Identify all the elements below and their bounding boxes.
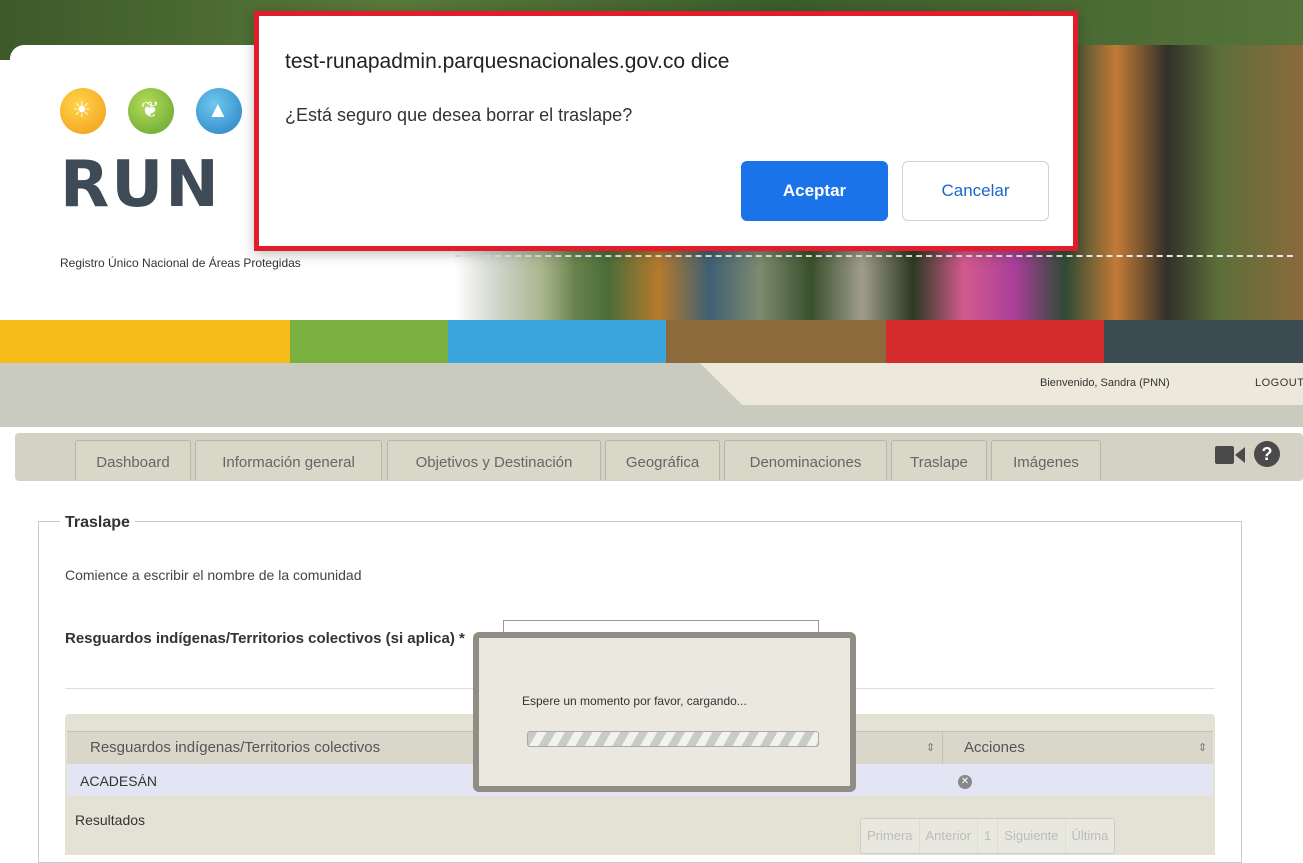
pager-last[interactable]: Última <box>1065 819 1115 853</box>
palm-tree-icon: ☀ <box>60 88 106 134</box>
loading-dialog <box>473 632 856 792</box>
loading-progress-bar <box>527 731 819 747</box>
banner-dashed-line <box>455 255 1293 257</box>
help-icon[interactable]: ? <box>1254 441 1280 467</box>
results-label: Resultados <box>75 812 146 828</box>
leaf-icon: ❦ <box>128 88 174 134</box>
pager-first[interactable]: Primera <box>861 819 920 853</box>
loading-text: Espere un momento por favor, cargando... <box>522 694 747 708</box>
mountain-icon: ▲ <box>196 88 242 134</box>
tab-dashboard[interactable]: Dashboard <box>75 440 191 480</box>
tab-denominaciones[interactable]: Denominaciones <box>724 440 887 480</box>
tab-traslape[interactable]: Traslape <box>891 440 987 480</box>
color-band <box>1104 320 1303 363</box>
pager-page[interactable]: 1 <box>978 819 999 853</box>
section-title: Traslape <box>60 514 135 532</box>
video-camera-icon[interactable] <box>1215 444 1245 466</box>
table-cell: ACADESÁN <box>80 773 158 789</box>
color-band-bar <box>0 320 1303 363</box>
tab-geografica[interactable]: Geográfica <box>605 440 720 480</box>
site-subtitle: Registro Único Nacional de Áreas Protegi… <box>60 256 301 270</box>
pagination: Primera Anterior 1 Siguiente Última <box>860 818 1116 854</box>
color-band <box>290 320 448 363</box>
sort-icon[interactable]: ⇕ <box>1198 741 1207 754</box>
resguardos-field-label: Resguardos indígenas/Territorios colecti… <box>65 630 465 647</box>
column-header-acciones[interactable]: Acciones <box>964 739 1025 756</box>
accept-button[interactable]: Aceptar <box>741 161 888 221</box>
sort-icon[interactable]: ⇕ <box>926 741 935 754</box>
tab-objetivos-destinacion[interactable]: Objetivos y Destinación <box>387 440 601 480</box>
color-band <box>886 320 1104 363</box>
dialog-title: test-runapadmin.parquesnacionales.gov.co… <box>285 50 730 73</box>
color-band <box>0 320 290 363</box>
pager-next[interactable]: Siguiente <box>998 819 1066 853</box>
dialog-message: ¿Está seguro que desea borrar el traslap… <box>285 105 633 125</box>
cancel-button[interactable]: Cancelar <box>902 161 1049 221</box>
color-band <box>448 320 666 363</box>
logout-link[interactable]: LOGOUT <box>1255 377 1303 389</box>
delete-icon[interactable]: ✕ <box>958 775 972 789</box>
column-header-resguardos[interactable]: Resguardos indígenas/Territorios colecti… <box>90 739 380 756</box>
hint-text: Comience a escribir el nombre de la comu… <box>65 567 362 583</box>
tab-imagenes[interactable]: Imágenes <box>991 440 1101 480</box>
color-band <box>666 320 886 363</box>
tab-informacion-general[interactable]: Información general <box>195 440 382 480</box>
user-bar: Bienvenido, Sandra (PNN) LOGOUT <box>0 363 1303 427</box>
logo-word: RUN <box>60 148 221 222</box>
welcome-text: Bienvenido, Sandra (PNN) <box>1040 377 1170 389</box>
pager-previous[interactable]: Anterior <box>919 819 979 853</box>
